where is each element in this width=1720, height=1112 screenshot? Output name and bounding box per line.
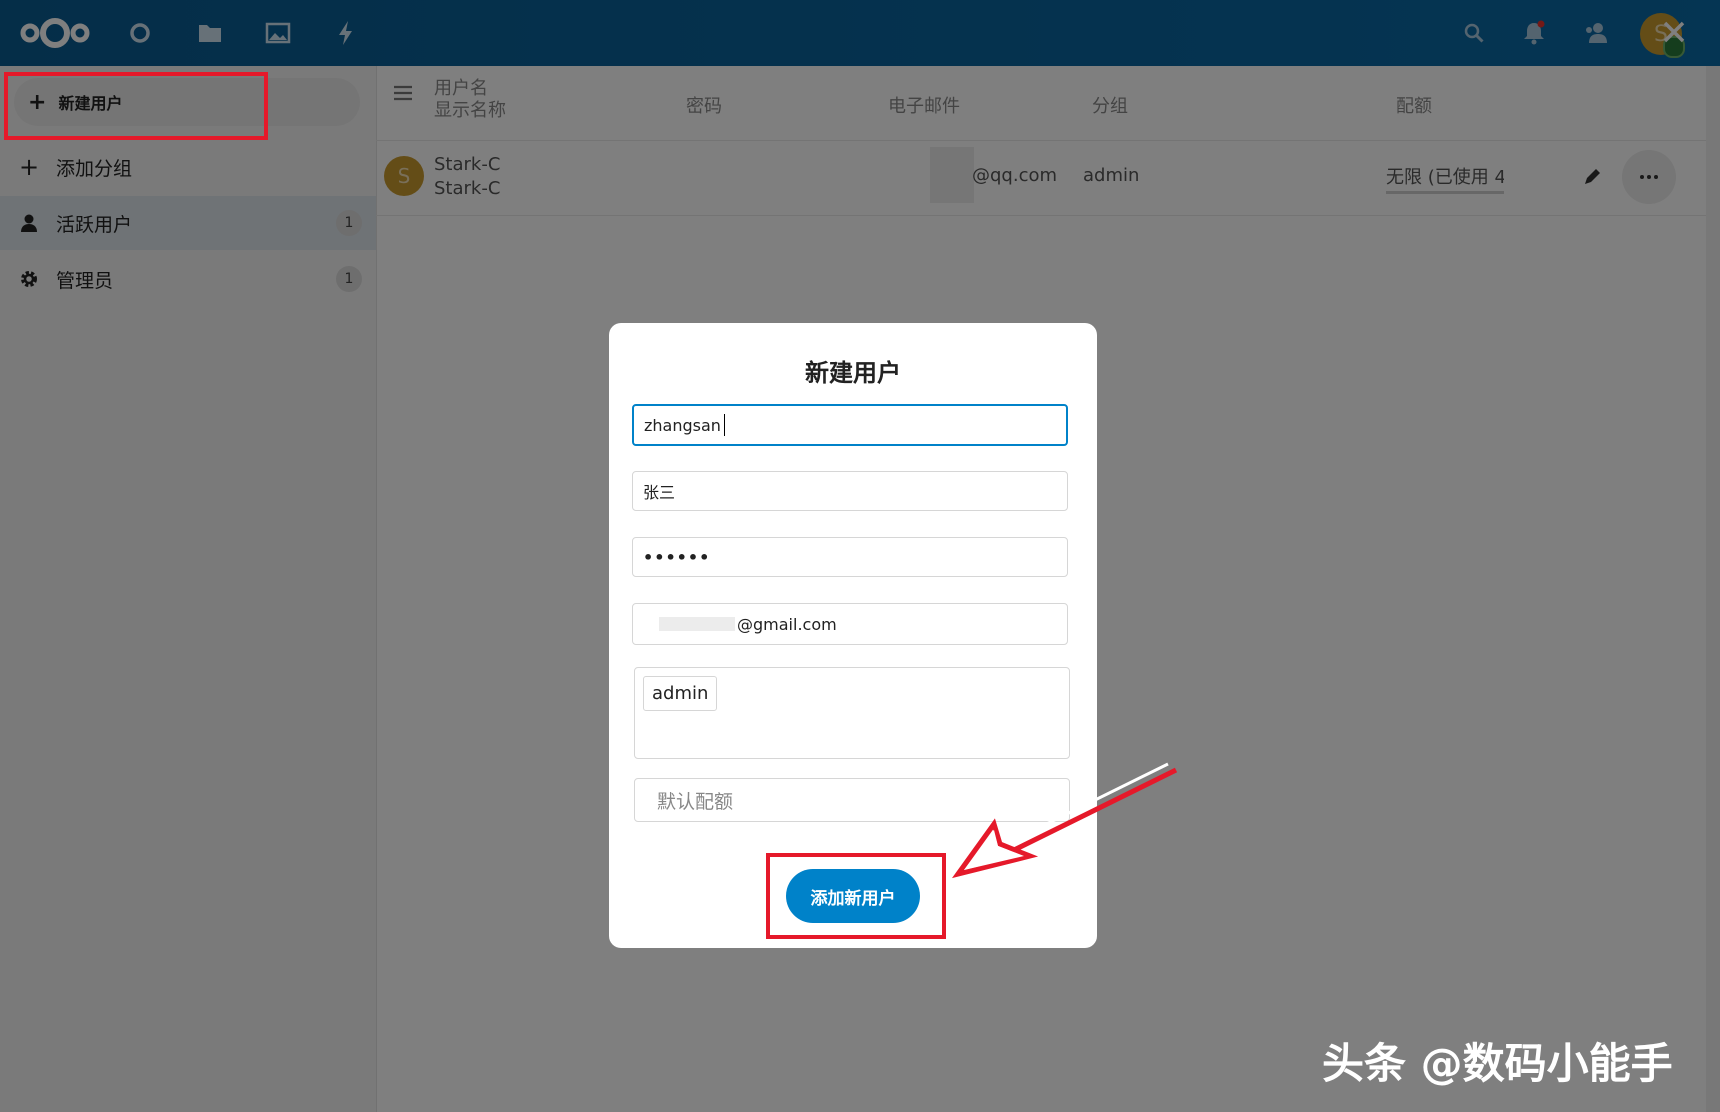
annotation-arrow-icon	[951, 762, 1178, 879]
quota-placeholder: 默认配额	[657, 790, 734, 813]
password-input[interactable]: ••••••	[632, 537, 1068, 577]
watermark: 头条 @数码小能手	[1322, 1039, 1673, 1088]
group-chip[interactable]: admin	[643, 676, 718, 711]
email-input[interactable]: @gmail.com	[632, 603, 1068, 645]
groups-select[interactable]: admin	[634, 667, 1070, 759]
highlight-new-user-button	[4, 72, 268, 140]
text-caret	[723, 414, 725, 436]
display-name-input[interactable]: 张三	[632, 471, 1068, 511]
username-input[interactable]: zhangsan	[632, 404, 1068, 446]
email-redaction	[659, 617, 735, 631]
highlight-submit-button	[766, 853, 946, 939]
modal-title: 新建用户	[805, 359, 901, 387]
